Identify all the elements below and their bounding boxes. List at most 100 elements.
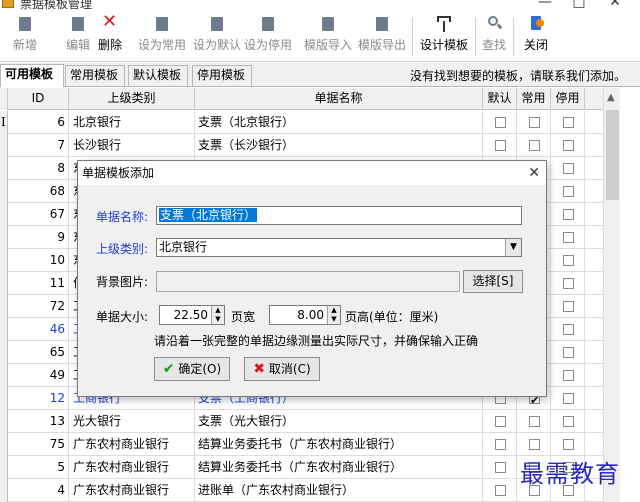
row-default-cell xyxy=(483,111,517,134)
scroll-thumb[interactable] xyxy=(606,110,619,200)
template-add-dialog: 单据模板添加 ✕ 单据名称: 支票（北京银行） 上级类别: 北京银行 ▼ 背景图… xyxy=(77,160,547,397)
common-checkbox[interactable] xyxy=(529,439,540,450)
row-disabled-cell xyxy=(551,272,585,295)
check-icon: ✔ xyxy=(162,361,175,377)
bg-image-input xyxy=(156,271,460,292)
row-disabled-cell xyxy=(551,203,585,226)
bg-image-label: 背景图片: xyxy=(96,275,149,289)
right-margin xyxy=(620,88,640,502)
disabled-checkbox[interactable] xyxy=(563,255,574,266)
default-checkbox[interactable] xyxy=(495,117,506,128)
parent-select[interactable]: 北京银行 ▼ xyxy=(156,238,522,257)
row-disabled-cell xyxy=(551,410,585,433)
maximize-button[interactable]: □ xyxy=(564,0,594,10)
edit-button[interactable]: 编辑 xyxy=(62,16,94,60)
close-window-button[interactable]: ✕ xyxy=(600,0,630,10)
header-default[interactable]: 默认 xyxy=(483,88,517,110)
set-common-button[interactable]: 设为常用 xyxy=(134,16,190,60)
default-checkbox[interactable] xyxy=(495,416,506,427)
default-checkbox[interactable] xyxy=(495,462,506,473)
delete-button[interactable]: ✕ 删除 xyxy=(94,12,126,60)
table-row[interactable]: 4 广东农村商业银行 进账单（广东农村商业银行） xyxy=(0,479,603,502)
common-checkbox[interactable] xyxy=(529,117,540,128)
header-parent[interactable]: 上级类别 xyxy=(69,88,195,110)
minimize-button[interactable]: — xyxy=(530,0,560,10)
disabled-checkbox[interactable] xyxy=(563,278,574,289)
size-label: 单据大小: xyxy=(96,310,149,324)
tab-default[interactable]: 默认模板 xyxy=(128,65,188,86)
set-default-icon xyxy=(209,16,225,32)
table-row[interactable]: 7 长沙银行 支票（长沙银行） xyxy=(0,134,603,157)
name-input-value: 支票（北京银行） xyxy=(159,208,258,222)
cancel-button[interactable]: ✖ 取消(C) xyxy=(244,357,320,381)
search-button[interactable]: 查找 xyxy=(478,16,510,60)
row-default-cell xyxy=(483,456,517,479)
row-marker xyxy=(0,203,8,226)
table-row[interactable]: 6 北京银行 支票（北京银行） xyxy=(0,111,603,134)
disabled-checkbox[interactable] xyxy=(563,209,574,220)
header-id[interactable]: ID xyxy=(8,88,69,110)
disabled-checkbox[interactable] xyxy=(563,232,574,243)
template-export-button[interactable]: 模版导出 xyxy=(354,16,410,60)
new-button[interactable]: 新增 xyxy=(8,16,42,60)
disabled-checkbox[interactable] xyxy=(563,301,574,312)
app-icon xyxy=(2,0,14,8)
row-name: 结算业务委托书（广东农村商业银行） xyxy=(195,456,483,479)
header-common[interactable]: 常用 xyxy=(517,88,551,110)
disabled-checkbox[interactable] xyxy=(563,347,574,358)
size-hint: 请沿着一张完整的单据边缘测量出实际尺寸，并确保输入正确 xyxy=(154,334,479,348)
common-checkbox[interactable] xyxy=(529,416,540,427)
row-marker xyxy=(0,341,8,364)
tab-available[interactable]: 可用模板 xyxy=(0,64,64,87)
row-parent: 广东农村商业银行 xyxy=(69,433,195,456)
header-name[interactable]: 单据名称 xyxy=(195,88,483,110)
width-stepper[interactable]: 22.50 ▲ ▼ xyxy=(159,305,225,325)
disabled-checkbox[interactable] xyxy=(563,416,574,427)
scroll-up-icon[interactable]: ▲ xyxy=(607,92,615,103)
grid-header: ID 上级类别 单据名称 默认 常用 停用 xyxy=(0,88,603,110)
select-image-button[interactable]: 选择[S] xyxy=(463,270,523,293)
spin-updown-icon[interactable]: ▲ ▼ xyxy=(327,306,340,324)
template-import-button[interactable]: 模版导入 xyxy=(300,16,356,60)
disabled-checkbox[interactable] xyxy=(563,140,574,151)
design-template-button[interactable]: 设计模板 xyxy=(416,16,472,60)
tab-disabled[interactable]: 停用模板 xyxy=(192,65,252,86)
table-row[interactable]: 5 广东农村商业银行 结算业务委托书（广东农村商业银行） xyxy=(0,456,603,479)
close-button[interactable]: 关闭 xyxy=(520,16,552,60)
height-stepper[interactable]: 8.00 ▲ ▼ xyxy=(269,305,341,325)
set-default-button[interactable]: 设为默认 xyxy=(189,16,245,60)
name-input[interactable]: 支票（北京银行） xyxy=(156,206,522,225)
default-checkbox[interactable] xyxy=(495,140,506,151)
ok-button[interactable]: ✔ 确定(O) xyxy=(154,357,230,381)
row-id: 9 xyxy=(8,226,69,249)
disabled-checkbox[interactable] xyxy=(563,370,574,381)
row-default-cell xyxy=(483,433,517,456)
common-checkbox[interactable] xyxy=(529,140,540,151)
row-marker xyxy=(0,272,8,295)
spin-updown-icon[interactable]: ▲ ▼ xyxy=(211,306,224,324)
search-icon xyxy=(486,16,503,32)
row-disabled-cell xyxy=(551,180,585,203)
table-row[interactable]: 75 广东农村商业银行 结算业务委托书（广东农村商业银行） xyxy=(0,433,603,456)
table-row[interactable]: 13 光大银行 支票（光大银行） xyxy=(0,410,603,433)
disabled-checkbox[interactable] xyxy=(563,439,574,450)
disabled-checkbox[interactable] xyxy=(563,163,574,174)
disabled-checkbox[interactable] xyxy=(563,324,574,335)
toolbar-separator xyxy=(475,18,476,56)
row-id: 5 xyxy=(8,456,69,479)
default-checkbox[interactable] xyxy=(495,439,506,450)
default-checkbox[interactable] xyxy=(495,485,506,496)
row-marker xyxy=(0,433,8,456)
set-disabled-button[interactable]: 设为停用 xyxy=(240,16,296,60)
row-marker xyxy=(0,456,8,479)
header-disabled[interactable]: 停用 xyxy=(551,88,585,110)
vertical-scrollbar[interactable]: ▲ xyxy=(603,88,620,502)
disabled-checkbox[interactable] xyxy=(563,186,574,197)
disabled-checkbox[interactable] xyxy=(563,393,574,404)
disabled-checkbox[interactable] xyxy=(563,117,574,128)
chevron-down-icon[interactable]: ▼ xyxy=(505,239,521,256)
tab-common[interactable]: 常用模板 xyxy=(65,65,125,86)
dialog-close-button[interactable]: ✕ xyxy=(528,161,540,185)
export-icon xyxy=(374,16,390,32)
row-parent: 长沙银行 xyxy=(69,134,195,157)
